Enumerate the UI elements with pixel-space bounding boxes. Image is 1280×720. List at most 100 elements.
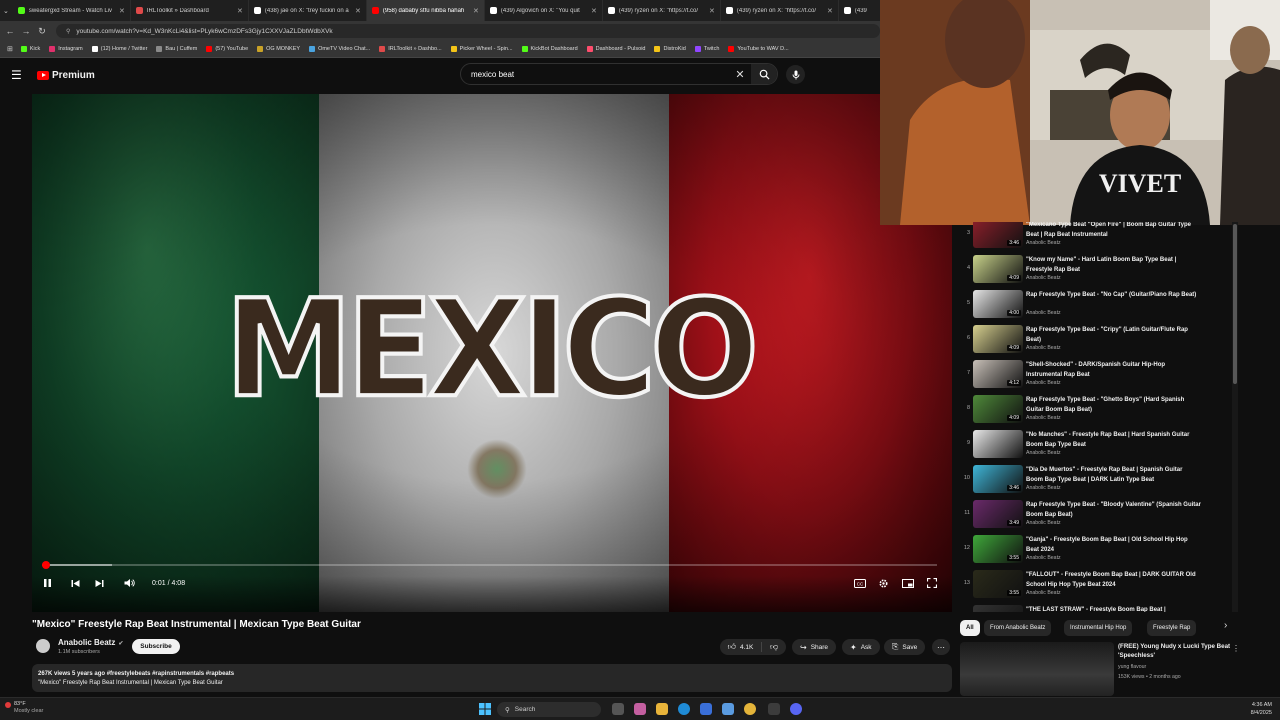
bookmark-item[interactable]: IRLToolkit » Dashbo... <box>379 46 442 52</box>
filter-chip[interactable]: All <box>960 620 980 636</box>
bookmark-item[interactable]: (12) Home / Twitter <box>91 46 147 52</box>
menu-icon[interactable]: ☰ <box>11 68 29 82</box>
search-box[interactable]: mexico beat ✕ <box>460 63 778 85</box>
playlist-item[interactable]: "THE LAST STRAW" - Freestyle Boom Bap Be… <box>962 603 1240 612</box>
browser-tab[interactable]: sweatergxd Stream - Watch Liv ✕ <box>13 0 131 21</box>
bookmark-item[interactable]: OmeTV Video Chat... <box>309 46 370 52</box>
filter-chip[interactable]: Freestyle Rap <box>1147 620 1197 636</box>
playlist-thumbnail[interactable] <box>973 605 1023 612</box>
playlist-item[interactable]: 3 3:46 "Mexicano Type Beat "Open Fire" | B… <box>962 222 1240 253</box>
weather-widget[interactable]: 83°F Mostly clear <box>5 701 43 715</box>
edge-icon[interactable] <box>678 703 690 715</box>
bookmark-item[interactable]: Dashboard - Pulsoid <box>586 46 645 52</box>
voice-search-button[interactable] <box>786 65 805 84</box>
filter-chip[interactable]: From Anabolic Beatz <box>984 620 1052 636</box>
playlist-thumbnail[interactable]: 4:00 <box>973 290 1023 318</box>
progress-bar[interactable] <box>41 561 937 569</box>
bookmark-item[interactable]: Kick <box>20 46 40 52</box>
captions-button[interactable]: CC <box>854 574 866 592</box>
youtube-logo[interactable]: Premium <box>37 70 95 81</box>
dislike-button[interactable]: 👎︎ <box>762 642 786 652</box>
discord-icon[interactable] <box>790 703 802 715</box>
start-button[interactable] <box>479 703 491 715</box>
playlist-scrollbar[interactable] <box>1232 222 1238 612</box>
taskbar-search[interactable]: ⚲ Search <box>497 702 601 717</box>
playlist-thumbnail[interactable]: 4:09 <box>973 395 1023 423</box>
bookmark-item[interactable]: OG MONKEY <box>257 46 300 52</box>
playlist-thumbnail[interactable]: 3:55 <box>973 570 1023 598</box>
url-field[interactable]: ⚲ youtube.com/watch?v=Kd_W3nKcLi4&list=P… <box>56 24 880 38</box>
recommended-video[interactable]: (FREE) Young Nudy x Lucki Type Beat 'Spe… <box>960 640 1240 696</box>
search-button[interactable] <box>751 64 777 84</box>
playlist-item[interactable]: 4 4:09 "Know my Name" - Hard Latin Boom Ba… <box>962 253 1240 288</box>
browser-tab[interactable]: (439✕ <box>839 0 880 21</box>
bookmark-item[interactable]: YouTube to WAV D... <box>728 46 789 52</box>
playlist-thumbnail[interactable]: 3:46 <box>973 222 1023 248</box>
scrollbar-thumb[interactable] <box>1233 224 1237 384</box>
video-player[interactable]: MEXICO 0:01 / 4:08 CC <box>32 94 952 612</box>
close-tab-icon[interactable]: ✕ <box>591 7 597 15</box>
browser-tab[interactable]: (958) dababy stfu nibba hahah ✕ <box>366 0 485 21</box>
previous-button[interactable] <box>71 574 80 592</box>
playlist-item[interactable]: 8 4:09 Rap Freestyle Type Beat - "Ghetto B… <box>962 393 1240 428</box>
chevron-right-icon[interactable]: › <box>1224 620 1227 631</box>
tab-search-icon[interactable]: ⌄ <box>3 7 9 15</box>
bookmark-item[interactable]: (57) YouTube <box>206 46 248 52</box>
save-button[interactable]: ⎘ Save <box>884 639 926 655</box>
playlist-thumbnail[interactable] <box>973 430 1023 458</box>
browser-tab[interactable]: (439) ryzen on X: "https://t.co/ ✕ <box>721 0 839 21</box>
channel-name[interactable]: Anabolic Beatz ✔ <box>58 638 123 647</box>
volume-button[interactable] <box>124 574 135 592</box>
apps-icon[interactable]: ⊞ <box>7 45 13 53</box>
task-view-icon[interactable] <box>612 703 624 715</box>
playlist-item[interactable]: 7 4:12 "Shell-Shocked" - DARK/Spanish Guit… <box>962 358 1240 393</box>
close-tab-icon[interactable]: ✕ <box>119 7 125 15</box>
app-icon-1[interactable] <box>634 703 646 715</box>
bookmark-item[interactable]: Instagram <box>49 46 83 52</box>
chrome-icon[interactable] <box>744 703 756 715</box>
close-tab-icon[interactable]: ✕ <box>473 7 479 15</box>
playlist-thumbnail[interactable]: 4:12 <box>973 360 1023 388</box>
close-tab-icon[interactable]: ✕ <box>237 7 243 15</box>
browser-tab[interactable]: IRLToolkit » Dashboard ✕ <box>131 0 249 21</box>
playlist-item[interactable]: 5 4:00 Rap Freestyle Type Beat - "No Cap" … <box>962 288 1240 323</box>
fullscreen-button[interactable] <box>927 574 937 592</box>
back-icon[interactable]: ← <box>4 26 16 36</box>
more-vert-icon[interactable]: ⋮ <box>1232 644 1240 653</box>
playlist-item[interactable]: 11 3:49 Rap Freestyle Type Beat - "Bloody … <box>962 498 1240 533</box>
system-clock[interactable]: 4:36 AM 8/4/2025 <box>1222 701 1272 717</box>
more-actions-button[interactable]: ⋯ <box>932 639 950 655</box>
forward-icon[interactable]: → <box>20 26 32 36</box>
playlist-item[interactable]: 12 3:55 "Ganja" - Freestyle Boom Bap Beat … <box>962 533 1240 568</box>
description-box[interactable]: 267K views 5 years ago #freestylebeats #… <box>32 664 952 692</box>
playlist-item[interactable]: 9 "No Manches" - Freestyle Rap Beat | Har… <box>962 428 1240 463</box>
site-info-icon[interactable]: ⚲ <box>66 28 70 35</box>
playlist-thumbnail[interactable]: 4:09 <box>973 255 1023 283</box>
playlist-thumbnail[interactable]: 3:49 <box>973 500 1023 528</box>
bookmark-item[interactable]: DistroKid <box>654 46 686 52</box>
close-tab-icon[interactable]: ✕ <box>827 7 833 15</box>
browser-tab[interactable]: (438) jae on X: "trey fuckin on a ✕ <box>249 0 367 21</box>
filter-chip[interactable]: Instrumental Hip Hop <box>1064 620 1133 636</box>
like-button[interactable]: 👍︎ 4.1K <box>720 642 762 652</box>
browser-tab[interactable]: (439) Algovich on X: "You quit ✕ <box>485 0 603 21</box>
recommended-thumbnail[interactable] <box>960 642 1114 696</box>
file-explorer-icon[interactable] <box>656 703 668 715</box>
share-button[interactable]: ↪ Share <box>792 639 837 655</box>
channel-avatar[interactable] <box>36 639 50 653</box>
playlist-thumbnail[interactable]: 4:09 <box>973 325 1023 353</box>
playlist-item[interactable]: 10 3:46 "Dia De Muertos" - Freestyle Rap B… <box>962 463 1240 498</box>
close-tab-icon[interactable]: ✕ <box>355 7 361 15</box>
close-tab-icon[interactable]: ✕ <box>709 7 715 15</box>
app-icon-2[interactable] <box>700 703 712 715</box>
settings-button[interactable] <box>878 574 889 592</box>
bookmark-item[interactable]: Picker Wheel - Spin... <box>450 46 513 52</box>
playlist-item[interactable]: 6 4:09 Rap Freestyle Type Beat - "Cripy" (… <box>962 323 1240 358</box>
mail-icon[interactable] <box>722 703 734 715</box>
miniplayer-button[interactable] <box>902 574 914 592</box>
bookmark-item[interactable]: Twitch <box>694 46 719 52</box>
bookmark-item[interactable]: Bau | Cuffem <box>156 46 197 52</box>
scrubber-handle[interactable] <box>41 561 50 569</box>
search-input[interactable]: mexico beat <box>461 70 729 79</box>
next-button[interactable] <box>95 574 104 592</box>
